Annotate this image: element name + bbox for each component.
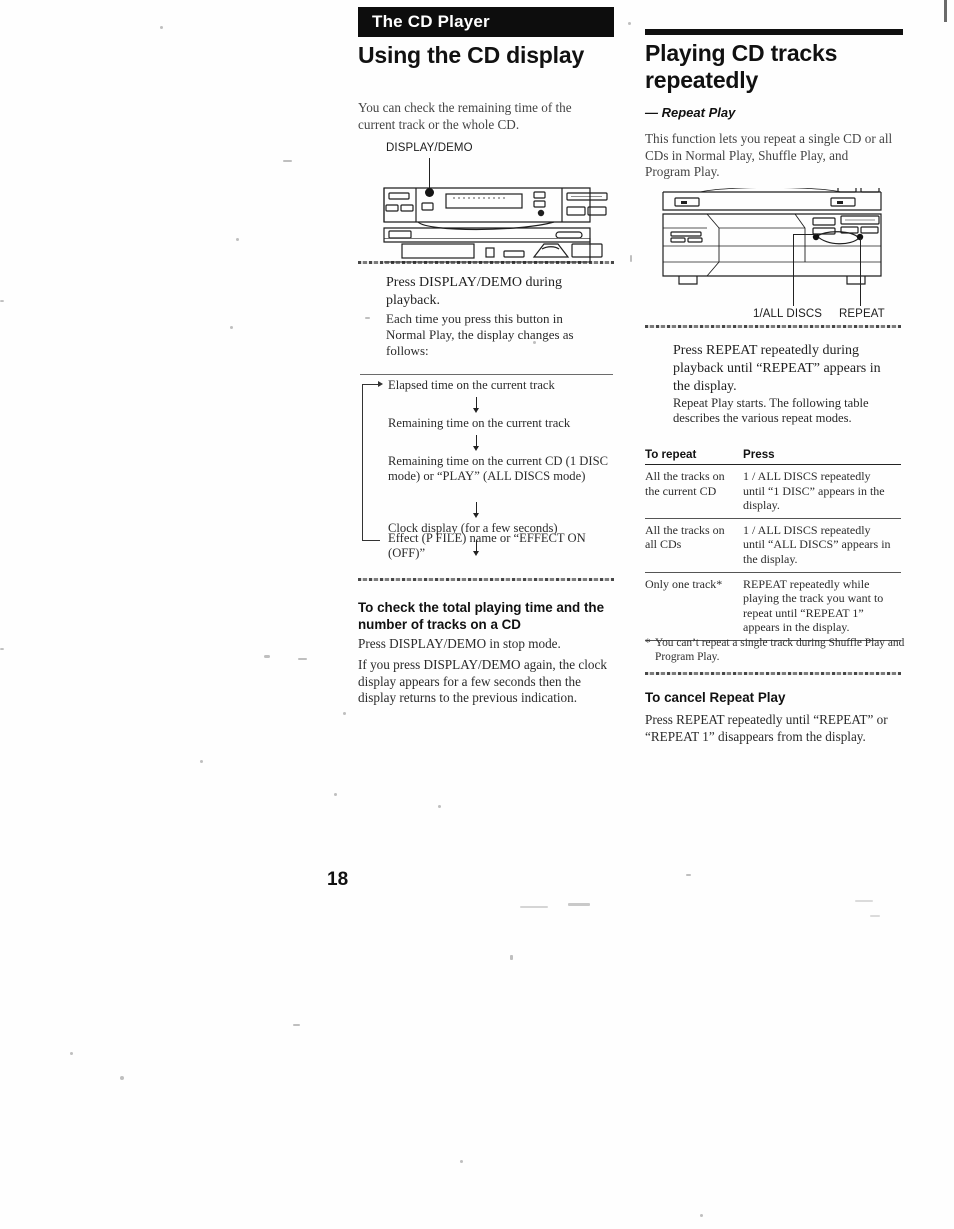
scan-smudge (520, 906, 548, 908)
footnote-marker: * (645, 637, 651, 649)
total-time-para-1: Press DISPLAY/DEMO in stop mode. (358, 636, 561, 651)
scan-speck (438, 805, 441, 808)
chapter-banner-label: The CD Player (372, 12, 490, 31)
page-number: 18 (327, 869, 349, 890)
scan-speck (334, 793, 337, 796)
cancel-repeat-body: Press REPEAT repeatedly until “REPEAT” o… (645, 712, 888, 744)
scan-speck (236, 238, 239, 241)
table-footnote: * You can’t repeat a single track during… (645, 636, 907, 664)
cell-press: 1 / ALL DISCS repeatedly until “1 DISC” … (743, 469, 885, 513)
scan-speck (160, 26, 163, 29)
flow-step: Elapsed time on the current track (388, 378, 555, 392)
flow-step: Remaining time on the current CD (1 DISC… (388, 454, 609, 484)
flow-loop-arrowhead (378, 380, 383, 387)
cell-to-repeat: All the tracks on the current CD (645, 469, 725, 498)
cell-press: 1 / ALL DISCS repeatedly until “ALL DISC… (743, 522, 891, 566)
cd-player-diagram-right: 1/ALL DISCS REPEAT (645, 188, 903, 320)
column-header-to-repeat: To repeat (645, 448, 697, 461)
scan-speck (365, 317, 370, 319)
scan-speck (628, 22, 631, 25)
scan-speck (510, 955, 513, 960)
separator-rule (645, 325, 901, 328)
scan-speck (0, 648, 4, 650)
total-time-para-2: If you press DISPLAY/DEMO again, the clo… (358, 657, 607, 705)
scan-speck (700, 1214, 703, 1217)
left-step-detail: Each time you press this button in Norma… (386, 311, 574, 358)
scan-smudge (568, 903, 590, 906)
scan-speck (0, 300, 4, 302)
repeat-modes-table: To repeat Press All the tracks on the cu… (645, 448, 901, 641)
flow-step: Remaining time on the current track (388, 416, 571, 430)
scan-smudge (870, 915, 880, 917)
callout-leader-line-all-discs (793, 234, 795, 306)
table-row: All the tracks on the current CD 1 / ALL… (645, 465, 901, 519)
scan-speck (298, 658, 307, 660)
cell-press: REPEAT repeatedly while playing the trac… (743, 576, 884, 635)
right-step-instruction: Press REPEAT repeatedly during playback … (673, 343, 881, 394)
scan-smudge (855, 900, 873, 902)
flow-loop-bottom (362, 540, 380, 542)
right-section-subtitle: — Repeat Play (645, 105, 736, 120)
cd-player-diagram-left: DISPLAY/DEMO (358, 142, 608, 263)
separator-rule (358, 261, 614, 264)
cell-to-repeat: Only one track* (645, 576, 723, 591)
total-time-heading: To check the total playing time and the … (358, 600, 605, 632)
callout-leader-elbow-all-discs (793, 234, 817, 236)
scan-speck (120, 1076, 124, 1080)
cell-to-repeat: All the tracks on all CDs (645, 522, 725, 552)
scan-speck (293, 1024, 300, 1026)
flow-arrow-icon (472, 397, 481, 414)
scan-speck (343, 712, 346, 715)
left-intro-text: You can check the remaining time of the … (358, 100, 572, 132)
table-header-row: To repeat Press (645, 448, 901, 465)
scan-speck (630, 255, 632, 262)
callout-leader-line-repeat (860, 238, 862, 306)
table-row: Only one track* REPEAT repeatedly while … (645, 572, 901, 641)
scan-speck (70, 1052, 73, 1055)
flow-loop-line (362, 384, 364, 541)
column-header-press: Press (743, 448, 775, 461)
chapter-banner: The CD Player (358, 7, 614, 37)
scan-speck (200, 760, 203, 763)
separator-rule (645, 672, 901, 675)
scan-speck (460, 1160, 463, 1163)
display-demo-callout-label: DISPLAY/DEMO (386, 142, 473, 154)
table-row: All the tracks on all CDs 1 / ALL DISCS … (645, 518, 901, 573)
flow-step: Effect (P FILE) name or “EFFECT ON (OFF)… (388, 531, 586, 561)
scan-speck (686, 874, 691, 876)
right-intro-text: This function lets you repeat a single C… (645, 131, 893, 179)
scan-speck (264, 655, 270, 658)
right-step-detail: Repeat Play starts. The following table … (673, 396, 869, 426)
step-arrow-icon (359, 280, 376, 291)
cd-player-illustration-right (662, 188, 882, 285)
flow-arrow-icon (472, 502, 481, 519)
scan-edge-mark (944, 0, 947, 22)
step-arrow-icon (646, 349, 663, 360)
all-discs-callout-label: 1/ALL DISCS (753, 308, 823, 320)
separator-rule (358, 578, 614, 581)
scan-speck (230, 326, 233, 329)
scan-speck (283, 160, 292, 162)
right-column-top-rule (645, 29, 903, 35)
manual-page: The CD Player Using the CD display You c… (0, 0, 954, 1229)
left-step-instruction: Press DISPLAY/DEMO during playback. (386, 275, 563, 308)
right-section-title: Playing CD tracks repeatedly (645, 40, 838, 93)
flow-arrow-icon (472, 435, 481, 452)
cancel-repeat-heading: To cancel Repeat Play (645, 690, 786, 705)
left-section-title: Using the CD display (358, 42, 585, 68)
footnote-text: You can’t repeat a single track during S… (655, 637, 905, 663)
repeat-callout-label: REPEAT (839, 308, 885, 320)
flow-top-rule (360, 374, 613, 375)
